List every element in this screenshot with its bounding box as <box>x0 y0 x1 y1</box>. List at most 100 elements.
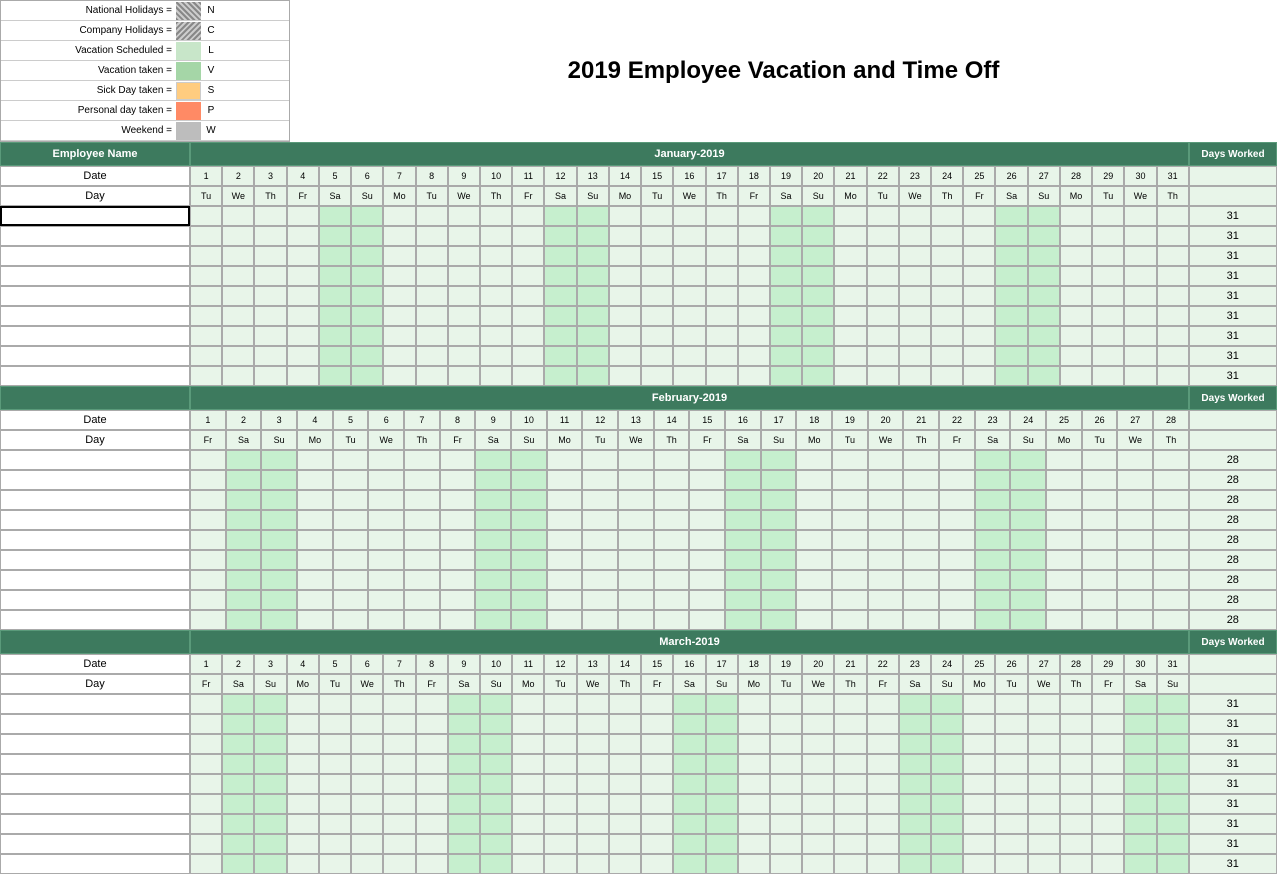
entry-2-4-16[interactable] <box>673 774 705 794</box>
entry-2-8-22[interactable] <box>867 854 899 874</box>
entry-2-4-26[interactable] <box>995 774 1027 794</box>
entry-0-4-20[interactable] <box>802 286 834 306</box>
entry-0-8-8[interactable] <box>416 366 448 386</box>
entry-0-4-19[interactable] <box>770 286 802 306</box>
entry-1-4-8[interactable] <box>440 530 476 550</box>
entry-2-2-25[interactable] <box>963 734 995 754</box>
entry-1-1-20[interactable] <box>868 470 904 490</box>
entry-1-4-1[interactable] <box>190 530 226 550</box>
entry-0-3-27[interactable] <box>1028 266 1060 286</box>
entry-2-3-28[interactable] <box>1060 754 1092 774</box>
entry-0-4-7[interactable] <box>383 286 415 306</box>
entry-0-1-6[interactable] <box>351 226 383 246</box>
entry-0-6-18[interactable] <box>738 326 770 346</box>
entry-1-3-27[interactable] <box>1117 510 1153 530</box>
entry-0-7-30[interactable] <box>1124 346 1156 366</box>
entry-2-8-16[interactable] <box>673 854 705 874</box>
entry-0-0-25[interactable] <box>963 206 995 226</box>
entry-2-8-3[interactable] <box>254 854 286 874</box>
entry-2-1-17[interactable] <box>706 714 738 734</box>
entry-0-4-17[interactable] <box>706 286 738 306</box>
entry-2-0-30[interactable] <box>1124 694 1156 714</box>
entry-1-5-25[interactable] <box>1046 550 1082 570</box>
entry-2-1-3[interactable] <box>254 714 286 734</box>
entry-0-5-9[interactable] <box>448 306 480 326</box>
entry-0-2-19[interactable] <box>770 246 802 266</box>
entry-0-1-30[interactable] <box>1124 226 1156 246</box>
entry-0-5-23[interactable] <box>899 306 931 326</box>
entry-2-7-28[interactable] <box>1060 834 1092 854</box>
entry-0-6-31[interactable] <box>1157 326 1189 346</box>
entry-1-3-24[interactable] <box>1010 510 1046 530</box>
entry-0-8-23[interactable] <box>899 366 931 386</box>
entry-0-2-7[interactable] <box>383 246 415 266</box>
entry-1-2-24[interactable] <box>1010 490 1046 510</box>
entry-2-5-31[interactable] <box>1157 794 1189 814</box>
entry-0-7-8[interactable] <box>416 346 448 366</box>
entry-0-4-5[interactable] <box>319 286 351 306</box>
entry-2-4-13[interactable] <box>577 774 609 794</box>
entry-0-6-1[interactable] <box>190 326 222 346</box>
entry-1-6-16[interactable] <box>725 570 761 590</box>
entry-1-0-23[interactable] <box>975 450 1011 470</box>
entry-0-0-23[interactable] <box>899 206 931 226</box>
entry-2-5-24[interactable] <box>931 794 963 814</box>
entry-0-5-19[interactable] <box>770 306 802 326</box>
entry-1-7-6[interactable] <box>368 590 404 610</box>
entry-2-7-9[interactable] <box>448 834 480 854</box>
entry-2-1-28[interactable] <box>1060 714 1092 734</box>
entry-0-2-29[interactable] <box>1092 246 1124 266</box>
entry-0-3-9[interactable] <box>448 266 480 286</box>
entry-1-3-15[interactable] <box>689 510 725 530</box>
entry-2-5-1[interactable] <box>190 794 222 814</box>
entry-2-5-17[interactable] <box>706 794 738 814</box>
entry-1-6-8[interactable] <box>440 570 476 590</box>
entry-1-7-16[interactable] <box>725 590 761 610</box>
entry-0-5-8[interactable] <box>416 306 448 326</box>
entry-0-5-3[interactable] <box>254 306 286 326</box>
entry-0-2-21[interactable] <box>834 246 866 266</box>
entry-0-7-21[interactable] <box>834 346 866 366</box>
entry-0-4-8[interactable] <box>416 286 448 306</box>
entry-0-5-2[interactable] <box>222 306 254 326</box>
entry-2-1-25[interactable] <box>963 714 995 734</box>
entry-1-7-17[interactable] <box>761 590 797 610</box>
entry-0-0-26[interactable] <box>995 206 1027 226</box>
entry-1-1-25[interactable] <box>1046 470 1082 490</box>
entry-1-4-19[interactable] <box>832 530 868 550</box>
entry-0-6-24[interactable] <box>931 326 963 346</box>
entry-2-5-22[interactable] <box>867 794 899 814</box>
entry-2-6-14[interactable] <box>609 814 641 834</box>
entry-1-5-20[interactable] <box>868 550 904 570</box>
entry-1-2-12[interactable] <box>582 490 618 510</box>
entry-2-7-5[interactable] <box>319 834 351 854</box>
entry-1-0-7[interactable] <box>404 450 440 470</box>
entry-1-1-11[interactable] <box>547 470 583 490</box>
entry-1-7-13[interactable] <box>618 590 654 610</box>
entry-0-1-20[interactable] <box>802 226 834 246</box>
entry-2-7-23[interactable] <box>899 834 931 854</box>
entry-2-5-2[interactable] <box>222 794 254 814</box>
entry-0-4-9[interactable] <box>448 286 480 306</box>
entry-1-2-16[interactable] <box>725 490 761 510</box>
entry-0-6-30[interactable] <box>1124 326 1156 346</box>
entry-2-6-15[interactable] <box>641 814 673 834</box>
entry-2-1-24[interactable] <box>931 714 963 734</box>
entry-1-7-14[interactable] <box>654 590 690 610</box>
entry-0-5-29[interactable] <box>1092 306 1124 326</box>
entry-1-1-13[interactable] <box>618 470 654 490</box>
entry-0-4-24[interactable] <box>931 286 963 306</box>
entry-1-5-2[interactable] <box>226 550 262 570</box>
entry-1-2-5[interactable] <box>333 490 369 510</box>
entry-1-3-8[interactable] <box>440 510 476 530</box>
entry-0-8-3[interactable] <box>254 366 286 386</box>
entry-2-0-7[interactable] <box>383 694 415 714</box>
entry-1-8-21[interactable] <box>903 610 939 630</box>
entry-0-0-27[interactable] <box>1028 206 1060 226</box>
entry-0-8-2[interactable] <box>222 366 254 386</box>
entry-1-0-16[interactable] <box>725 450 761 470</box>
entry-2-8-19[interactable] <box>770 854 802 874</box>
entry-0-0-19[interactable] <box>770 206 802 226</box>
entry-1-3-1[interactable] <box>190 510 226 530</box>
entry-0-7-12[interactable] <box>544 346 576 366</box>
